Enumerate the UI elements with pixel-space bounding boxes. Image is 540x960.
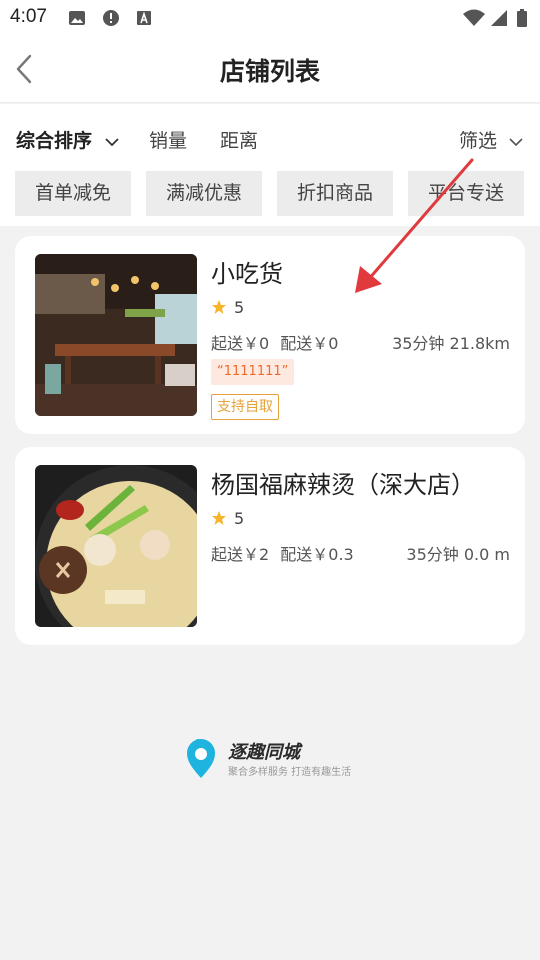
star-icon [212, 511, 226, 525]
tag-platform-delivery[interactable]: 平台专送 [408, 171, 524, 216]
footer-logo: 逐趣同城 聚合多样服务 打造有趣生活 [184, 736, 364, 782]
shop-name: 小吃货 [211, 260, 283, 288]
sort-comprehensive[interactable]: 综合排序 [16, 126, 119, 153]
shop-name: 杨国福麻辣烫（深大店） [211, 471, 475, 499]
shop-fees: 起送￥2 配送￥0.3 [211, 541, 354, 565]
battery-icon [517, 9, 527, 27]
shop-card[interactable]: 杨国福麻辣烫（深大店） 5 起送￥2 配送￥0.3 35分钟 0.0 m [15, 447, 525, 645]
sort-filter-bar: 综合排序 销量 距离 筛选 首单减免 满减优惠 折扣商品 平台专送 [0, 104, 540, 226]
shop-rating: 5 [234, 298, 245, 317]
shop-card[interactable]: 小吃货 5 起送￥0 配送￥0 35分钟 21.8km “1111111” 支持… [15, 236, 525, 434]
signal-icon [491, 10, 507, 26]
status-time: 4:07 [10, 6, 47, 27]
shop-rating: 5 [234, 509, 245, 528]
brand-name: 逐趣同城 [228, 742, 300, 763]
tag-full-reduction[interactable]: 满减优惠 [146, 171, 262, 216]
delivery-fee: 配送￥0.3 [280, 545, 354, 564]
star-icon [212, 300, 226, 314]
delivery-fee: 配送￥0 [280, 334, 339, 353]
alert-icon [103, 10, 119, 26]
filter-button[interactable]: 筛选 [459, 126, 523, 153]
sort-distance[interactable]: 距离 [220, 126, 258, 153]
shop-image-restaurant [35, 254, 197, 416]
page-title: 店铺列表 [219, 57, 320, 86]
pickup-badge: 支持自取 [211, 394, 279, 420]
promo-badge: “1111111” [211, 359, 295, 385]
sort-sales[interactable]: 销量 [149, 126, 187, 153]
text-a-icon [137, 11, 151, 25]
sort-comprehensive-label: 综合排序 [16, 130, 93, 152]
tag-first-order-discount[interactable]: 首单减免 [15, 171, 131, 216]
status-bar: 4:07 [0, 0, 540, 36]
filter-label: 筛选 [459, 130, 498, 152]
chevron-down-icon [509, 137, 523, 146]
image-icon [69, 11, 85, 25]
chevron-down-icon [105, 137, 119, 146]
brand-slogan: 聚合多样服务 打造有趣生活 [228, 767, 352, 778]
min-order: 起送￥0 [211, 334, 270, 353]
tag-discount-goods[interactable]: 折扣商品 [277, 171, 393, 216]
shop-fees: 起送￥0 配送￥0 [211, 330, 338, 354]
min-order: 起送￥2 [211, 545, 270, 564]
location-pin-logo-icon [187, 739, 215, 778]
header: 店铺列表 [0, 36, 540, 103]
time-distance: 35分钟 0.0 m [406, 545, 510, 564]
wifi-icon [463, 9, 485, 26]
time-distance: 35分钟 21.8km [392, 334, 510, 353]
shop-image-hotpot [35, 465, 197, 627]
